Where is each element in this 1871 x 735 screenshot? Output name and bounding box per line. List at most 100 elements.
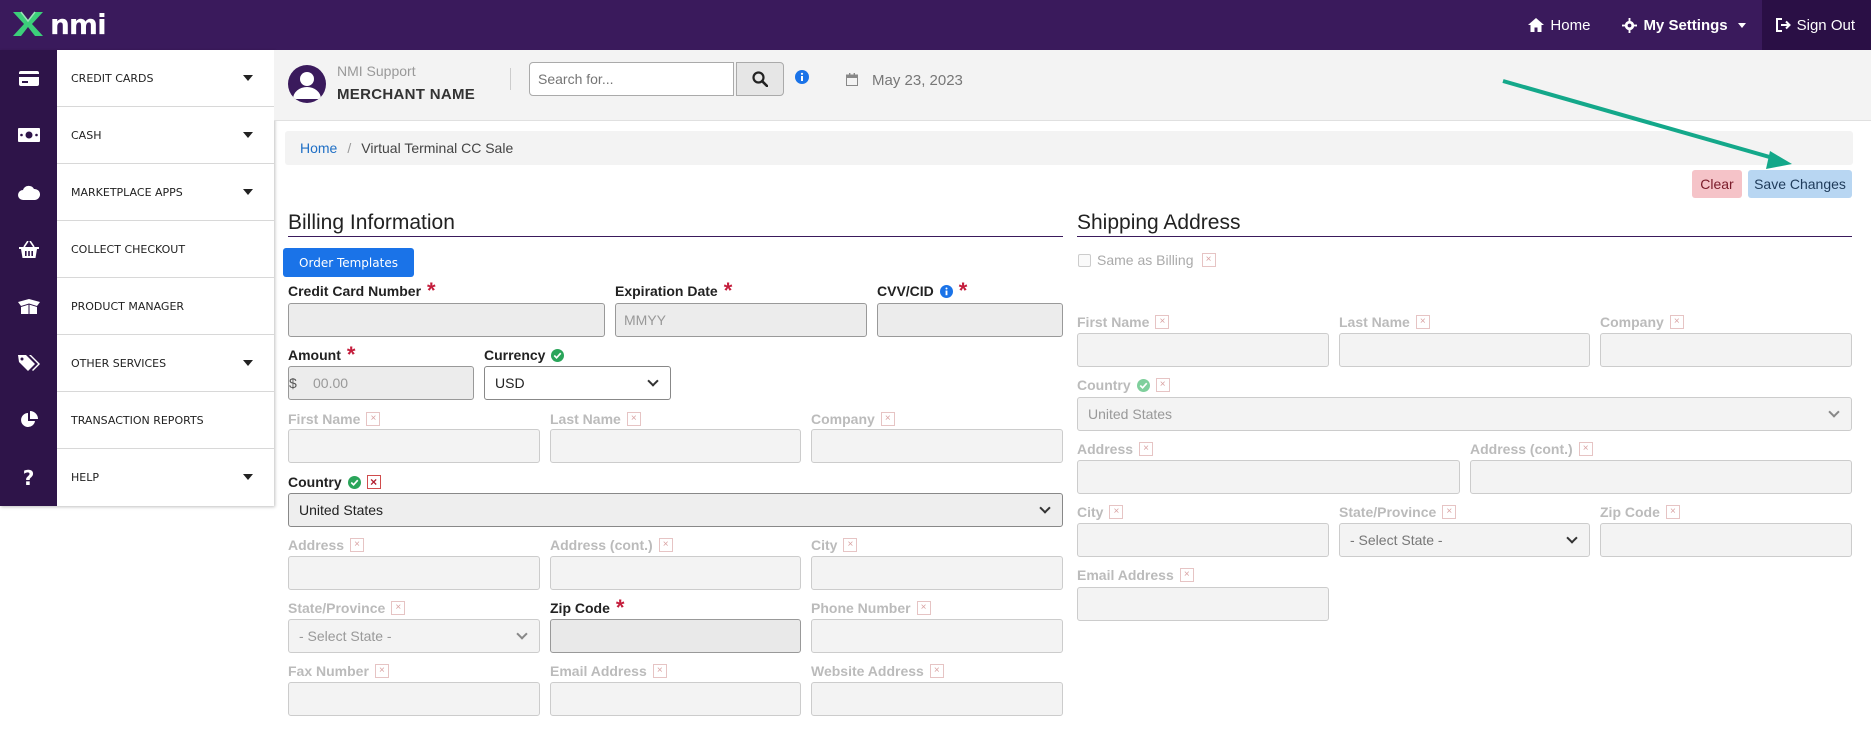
info-icon[interactable]: [939, 284, 953, 298]
close-icon[interactable]: ×: [1442, 505, 1457, 519]
credit-card-number-label: Credit Card Number *: [288, 280, 436, 302]
caret-down-icon: [243, 360, 253, 366]
billing-state-select[interactable]: - Select State -: [288, 619, 540, 653]
close-icon[interactable]: ×: [366, 412, 381, 426]
credit-card-number-field[interactable]: [288, 303, 605, 337]
sidebar-item-product-manager[interactable]: PRODUCT MANAGER: [0, 277, 274, 335]
close-icon[interactable]: ×: [374, 664, 389, 678]
amount-label: Amount *: [288, 342, 356, 367]
nmi-logo[interactable]: nmi: [10, 6, 107, 42]
shipping-company-field[interactable]: [1600, 333, 1852, 367]
chevron-down-icon: [647, 375, 659, 387]
close-icon[interactable]: ×: [366, 475, 381, 489]
shipping-state-label-text: State/Province: [1339, 504, 1437, 520]
close-icon[interactable]: ×: [843, 538, 858, 552]
shipping-last-name-label-text: Last Name: [1339, 314, 1410, 330]
close-icon[interactable]: ×: [1179, 568, 1194, 582]
sidebar-item-label: CREDIT CARDS: [71, 71, 154, 85]
question-icon: ?: [0, 449, 57, 506]
close-icon[interactable]: ×: [391, 601, 406, 615]
billing-country-value: United States: [299, 502, 384, 518]
info-icon[interactable]: [795, 70, 809, 89]
amount-placeholder: 00.00: [313, 375, 349, 391]
shipping-address-cont-field[interactable]: [1470, 460, 1852, 494]
sidebar-item-cash[interactable]: CASH: [0, 106, 274, 164]
same-as-billing-label: Same as Billing ×: [1097, 252, 1216, 268]
shipping-address-field[interactable]: [1077, 460, 1460, 494]
billing-state-label-text: State/Province: [288, 600, 386, 616]
shipping-section-rule: [1077, 236, 1852, 237]
close-icon[interactable]: ×: [652, 664, 667, 678]
billing-company-label-text: Company: [811, 411, 875, 427]
breadcrumb-home-link[interactable]: Home: [300, 140, 337, 156]
order-templates-button[interactable]: Order Templates: [283, 248, 414, 277]
billing-country-select[interactable]: United States: [288, 493, 1063, 527]
search-input[interactable]: [529, 62, 734, 96]
billing-city-field[interactable]: [811, 556, 1063, 590]
chevron-down-icon: [1039, 502, 1051, 514]
sidebar-item-collect-checkout[interactable]: COLLECT CHECKOUT: [0, 220, 274, 278]
billing-address-field[interactable]: [288, 556, 540, 590]
sidebar-item-transaction-reports[interactable]: TRANSACTION REPORTS: [0, 391, 274, 449]
shipping-last-name-field[interactable]: [1339, 333, 1590, 367]
billing-zip-field[interactable]: [550, 619, 801, 653]
cloud-icon: [0, 163, 57, 221]
close-icon[interactable]: ×: [1201, 253, 1216, 267]
close-icon[interactable]: ×: [1578, 442, 1593, 456]
shipping-first-name-field[interactable]: [1077, 333, 1329, 367]
billing-company-field[interactable]: [811, 429, 1063, 463]
nav-my-settings[interactable]: My Settings: [1606, 0, 1761, 50]
save-changes-button[interactable]: Save Changes: [1748, 170, 1852, 198]
billing-email-field[interactable]: [550, 682, 801, 716]
billing-address-cont-field[interactable]: [550, 556, 801, 590]
sidebar-item-label: PRODUCT MANAGER: [71, 299, 185, 313]
close-icon[interactable]: ×: [626, 412, 641, 426]
billing-fax-field[interactable]: [288, 682, 540, 716]
currency-select[interactable]: USD: [484, 366, 671, 400]
expiration-date-field[interactable]: MMYY: [615, 303, 867, 337]
close-icon[interactable]: ×: [1155, 378, 1170, 392]
close-icon[interactable]: ×: [929, 664, 944, 678]
nav-home[interactable]: Home: [1512, 0, 1606, 50]
billing-phone-field[interactable]: [811, 619, 1063, 653]
shipping-email-field[interactable]: [1077, 587, 1329, 621]
close-icon[interactable]: ×: [1665, 505, 1680, 519]
sidebar-item-other-services[interactable]: OTHER SERVICES: [0, 334, 274, 392]
close-icon[interactable]: ×: [1415, 315, 1430, 329]
sidebar-item-label: HELP: [71, 471, 99, 484]
sidebar-item-help[interactable]: ? HELP: [0, 449, 274, 506]
close-icon[interactable]: ×: [1139, 442, 1154, 456]
amount-field[interactable]: 00.00: [288, 366, 474, 400]
billing-last-name-field[interactable]: [550, 429, 801, 463]
shipping-state-select[interactable]: - Select State -: [1339, 523, 1590, 557]
required-asterisk-icon: *: [346, 342, 356, 367]
billing-country-label: Country ×: [288, 474, 381, 490]
billing-website-field[interactable]: [811, 682, 1063, 716]
close-icon[interactable]: ×: [658, 538, 673, 552]
shipping-address-cont-label-text: Address (cont.): [1470, 441, 1573, 457]
sidebar-item-credit-cards[interactable]: CREDIT CARDS: [0, 49, 274, 107]
sidebar-item-label: MARKETPLACE APPS: [71, 185, 183, 199]
close-icon[interactable]: ×: [916, 601, 931, 615]
shipping-country-select[interactable]: United States: [1077, 397, 1852, 431]
shipping-city-field[interactable]: [1077, 523, 1329, 557]
close-icon[interactable]: ×: [1109, 505, 1124, 519]
nav-home-label: Home: [1550, 16, 1591, 34]
search-button[interactable]: [736, 62, 784, 96]
close-icon[interactable]: ×: [880, 412, 895, 426]
clear-button[interactable]: Clear: [1692, 170, 1742, 198]
avatar[interactable]: [288, 65, 326, 103]
required-asterisk-icon: *: [958, 278, 968, 303]
close-icon[interactable]: ×: [1669, 315, 1684, 329]
sidebar-item-marketplace-apps[interactable]: MARKETPLACE APPS: [0, 163, 274, 221]
billing-first-name-field[interactable]: [288, 429, 540, 463]
calendar-icon: [846, 73, 858, 91]
close-icon[interactable]: ×: [1155, 315, 1170, 329]
shipping-company-label: Company ×: [1600, 314, 1684, 330]
gear-icon: [1622, 17, 1638, 33]
cvv-field[interactable]: [877, 303, 1063, 337]
close-icon[interactable]: ×: [350, 538, 365, 552]
shipping-zip-field[interactable]: [1600, 523, 1852, 557]
same-as-billing-checkbox[interactable]: [1078, 254, 1091, 267]
nav-sign-out[interactable]: Sign Out: [1761, 0, 1871, 50]
